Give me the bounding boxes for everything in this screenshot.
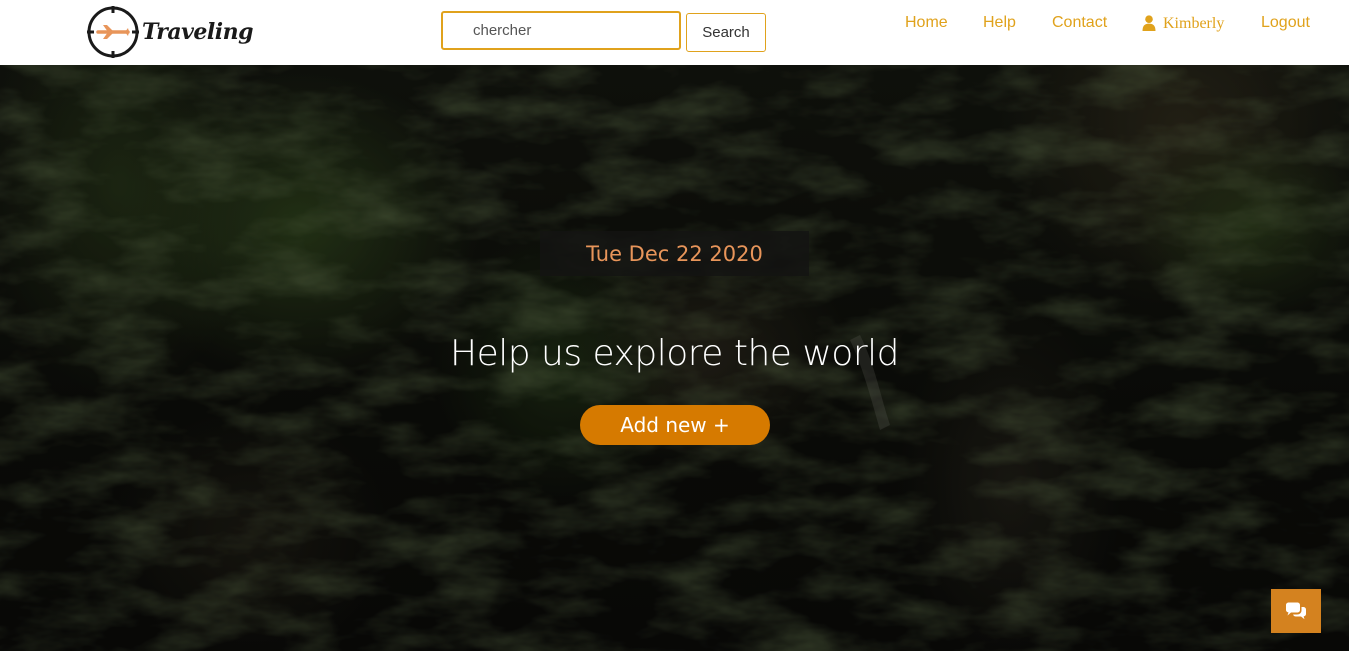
search-button[interactable]: Search: [686, 13, 766, 52]
nav-logout-link[interactable]: Logout: [1261, 14, 1310, 36]
current-date: Tue Dec 22 2020: [540, 231, 809, 276]
brand-logo[interactable]: Traveling: [86, 5, 254, 59]
nav-help-link[interactable]: Help: [983, 14, 1016, 36]
user-icon: [1142, 15, 1156, 31]
top-navbar: Traveling Search Home Help Contact Kimbe…: [0, 0, 1349, 65]
chat-button[interactable]: [1271, 589, 1321, 633]
hero-banner: Tue Dec 22 2020 Help us explore the worl…: [0, 65, 1349, 651]
nav-contact-link[interactable]: Contact: [1052, 14, 1107, 36]
plane-compass-icon: [87, 6, 139, 58]
brand-name: Traveling: [142, 19, 254, 45]
nav-user-profile[interactable]: Kimberly: [1142, 14, 1224, 36]
user-name: Kimberly: [1163, 15, 1225, 32]
hero-tagline: Help us explore the world: [450, 333, 899, 374]
add-new-button[interactable]: Add new +: [580, 405, 770, 445]
nav-home-link[interactable]: Home: [905, 14, 948, 36]
search-input[interactable]: [441, 11, 681, 50]
chat-bubbles-icon: [1286, 602, 1306, 620]
